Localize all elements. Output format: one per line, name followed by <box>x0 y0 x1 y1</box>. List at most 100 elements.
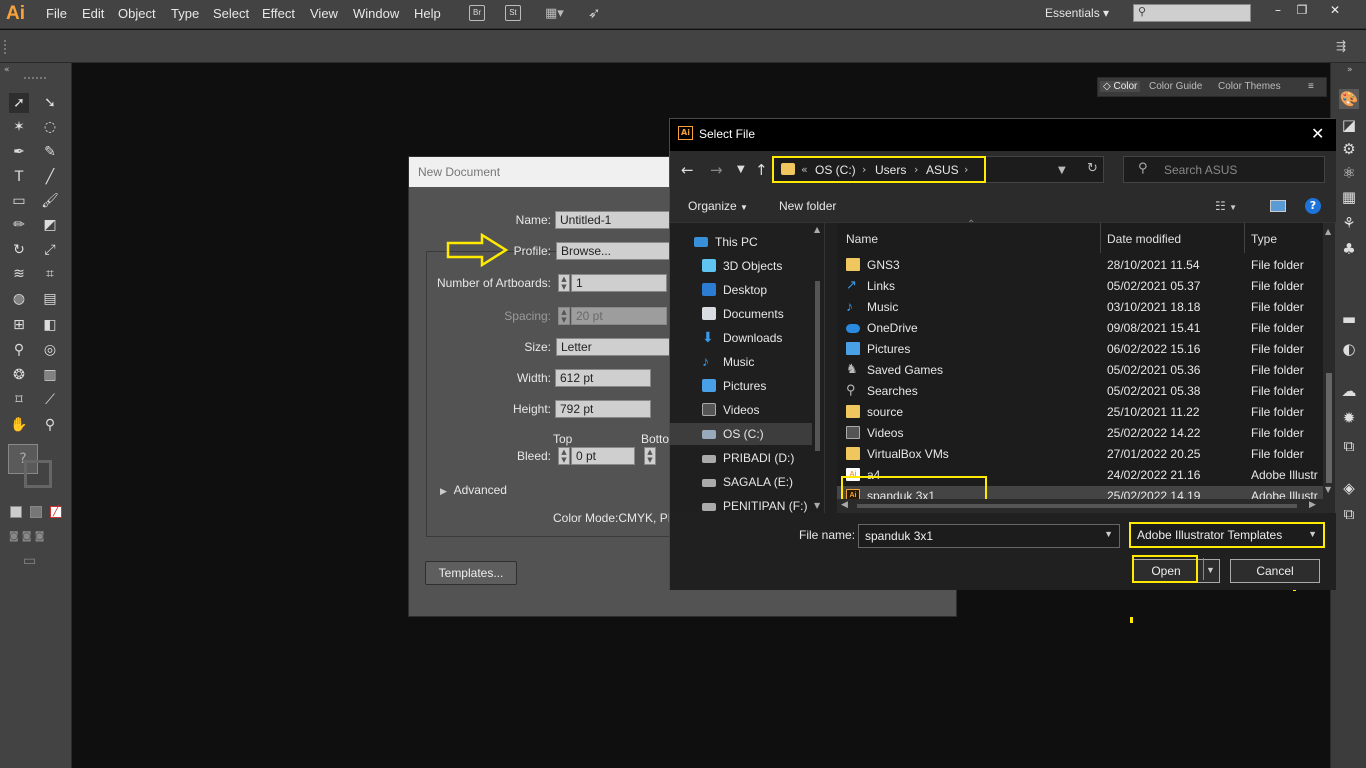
up-arrow-icon[interactable]: ↑ <box>755 161 768 179</box>
file-row[interactable]: ♪ Music 03/10/2021 18.18 File folder <box>837 297 1323 318</box>
width-input[interactable]: 612 pt <box>555 369 651 387</box>
symbol-sprayer-tool-icon[interactable]: ❂ <box>9 365 29 385</box>
slice-tool-icon[interactable]: ⟋ <box>40 390 60 410</box>
help-search-input[interactable]: ⚲ <box>1133 4 1251 22</box>
advanced-toggle[interactable]: ▶ Advanced <box>440 483 507 497</box>
file-row[interactable]: source 25/10/2021 11.22 File folder <box>837 402 1323 423</box>
scale-tool-icon[interactable]: ⤢ <box>40 240 60 260</box>
direct-selection-tool-icon[interactable]: ➘ <box>40 93 60 113</box>
close-icon[interactable]: ✕ <box>1311 124 1324 143</box>
color-palette-icon[interactable]: 🎨 <box>1339 89 1359 109</box>
view-options-icon[interactable]: ☷ ▼ <box>1215 199 1237 213</box>
search-input[interactable]: ⚲ Search ASUS <box>1123 156 1325 183</box>
scroll-up-icon[interactable]: ▲ <box>1325 227 1331 236</box>
menu-object[interactable]: Object <box>118 6 156 21</box>
file-row[interactable]: Pictures 06/02/2022 15.16 File folder <box>837 339 1323 360</box>
stock-icon[interactable]: St <box>505 5 521 21</box>
scroll-left-icon[interactable]: ◀ <box>841 500 848 510</box>
tree-item-videos[interactable]: Videos <box>670 399 820 421</box>
grip-icon[interactable] <box>4 40 8 54</box>
links-icon[interactable]: ⧉ <box>1339 504 1359 524</box>
file-list-scrollbar[interactable]: ▲ ▼ <box>1323 223 1335 513</box>
tab-color-guide[interactable]: Color Guide <box>1149 81 1202 92</box>
curvature-tool-icon[interactable]: ✎ <box>40 142 60 162</box>
column-header-date[interactable]: Date modified <box>1107 232 1181 246</box>
file-row[interactable]: ♞ Saved Games 05/02/2021 05.36 File folder <box>837 360 1323 381</box>
pencil-tool-icon[interactable]: ✏ <box>9 215 29 235</box>
line-tool-icon[interactable]: ╱ <box>40 167 60 187</box>
zoom-tool-icon[interactable]: ⚲ <box>40 415 60 435</box>
asset-export-icon[interactable]: ✹ <box>1339 408 1359 428</box>
back-arrow-icon[interactable]: ← <box>681 161 694 179</box>
file-name-input[interactable]: spanduk 3x1 ▼ <box>858 524 1120 548</box>
refresh-icon[interactable]: ↻ <box>1087 161 1098 176</box>
scroll-thumb[interactable] <box>815 281 820 451</box>
swatches-icon[interactable]: ▦ <box>1339 187 1359 207</box>
help-icon[interactable]: ? <box>1305 198 1321 214</box>
scroll-thumb[interactable] <box>1326 373 1332 483</box>
name-input[interactable]: Untitled-1 <box>555 211 675 229</box>
tree-scrollbar[interactable]: ▲ ▼ <box>812 223 823 513</box>
new-folder-button[interactable]: New folder <box>779 199 836 213</box>
tree-item-os-c[interactable]: OS (C:) <box>670 423 820 445</box>
layers-icon[interactable]: ◈ <box>1339 478 1359 498</box>
scroll-up-icon[interactable]: ▲ <box>814 225 820 234</box>
file-list-hscrollbar[interactable]: ◀ ▶ <box>837 499 1323 513</box>
brushes-icon[interactable]: ⚘ <box>1339 213 1359 233</box>
color-themes-icon[interactable]: ⚙ <box>1339 139 1359 159</box>
size-select[interactable]: Letter <box>556 338 676 356</box>
artboards-stepper[interactable]: ▲ ▼ <box>558 274 570 292</box>
warp-tool-icon[interactable]: ≋ <box>9 264 29 284</box>
artboard-tool-icon[interactable]: ⌑ <box>9 390 29 410</box>
chevron-down-icon[interactable]: ▼ <box>1104 529 1113 539</box>
screen-mode-icon[interactable]: ▭ <box>23 553 36 569</box>
scroll-down-icon[interactable]: ▼ <box>814 501 820 510</box>
tree-item-music[interactable]: ♪ Music <box>670 351 820 373</box>
column-header-name[interactable]: Name <box>846 232 878 246</box>
tab-color-themes[interactable]: Color Themes <box>1218 81 1281 92</box>
paintbrush-tool-icon[interactable]: 🖌 <box>40 191 60 211</box>
stroke-icon[interactable]: ▬ <box>1339 309 1359 329</box>
column-divider[interactable] <box>1100 223 1101 253</box>
color-mode-icon[interactable] <box>10 506 22 518</box>
menu-file[interactable]: File <box>46 6 67 21</box>
menu-effect[interactable]: Effect <box>262 6 295 21</box>
tree-item-documents[interactable]: Documents <box>670 303 820 325</box>
menu-edit[interactable]: Edit <box>82 6 104 21</box>
rotate-tool-icon[interactable]: ↻ <box>9 240 29 260</box>
draw-mode-icons[interactable]: ◙ ◙ ◙ <box>9 531 63 543</box>
file-row[interactable]: ⚲ Searches 05/02/2021 05.38 File folder <box>837 381 1323 402</box>
scroll-thumb[interactable] <box>857 504 1297 508</box>
selection-tool-icon[interactable]: ➚ <box>9 93 29 113</box>
scroll-right-icon[interactable]: ▶ <box>1309 500 1316 510</box>
color-guide-icon[interactable]: ◪ <box>1339 115 1359 135</box>
forward-arrow-icon[interactable]: → <box>710 161 723 179</box>
height-input[interactable]: 792 pt <box>555 400 651 418</box>
panel-menu-icon[interactable]: ≡ <box>1308 81 1314 92</box>
tree-item-penitipan-f[interactable]: PENITIPAN (F:) <box>670 495 820 513</box>
tree-item-desktop[interactable]: Desktop <box>670 279 820 301</box>
restore-icon[interactable]: ❐ <box>1292 3 1312 17</box>
eraser-tool-icon[interactable]: ◩ <box>40 215 60 235</box>
preview-pane-icon[interactable] <box>1270 200 1286 212</box>
file-row[interactable]: GNS3 28/10/2021 11.54 File folder <box>837 255 1323 276</box>
tree-item-this-pc[interactable]: This PC <box>670 231 820 253</box>
eyedropper-tool-icon[interactable]: ⚲ <box>9 340 29 360</box>
workspace-switcher[interactable]: Essentials ▾ <box>1045 6 1109 20</box>
collapse-icon[interactable]: » <box>1347 65 1353 75</box>
spacing-input[interactable]: 20 pt <box>571 307 667 325</box>
collapse-icon[interactable]: « <box>4 65 10 75</box>
artboards-input[interactable]: 1 <box>571 274 667 292</box>
bleed-top-stepper[interactable]: ▲ ▼ <box>558 447 570 465</box>
column-header-type[interactable]: Type <box>1251 232 1277 246</box>
gpu-rocket-icon[interactable]: ➶ <box>588 4 601 22</box>
menu-help[interactable]: Help <box>414 6 441 21</box>
tab-color[interactable]: ◇ Color <box>1100 81 1141 92</box>
spacing-stepper[interactable]: ▲ ▼ <box>558 307 570 325</box>
file-type-select[interactable]: Adobe Illustrator Templates ▼ <box>1129 522 1325 548</box>
panel-menu-icon[interactable]: ⇶ <box>1336 39 1346 53</box>
bridge-icon[interactable]: Br <box>469 5 485 21</box>
blend-tool-icon[interactable]: ◎ <box>40 340 60 360</box>
pen-tool-icon[interactable]: ✒ <box>9 142 29 162</box>
shape-builder-tool-icon[interactable]: ◍ <box>9 289 29 309</box>
